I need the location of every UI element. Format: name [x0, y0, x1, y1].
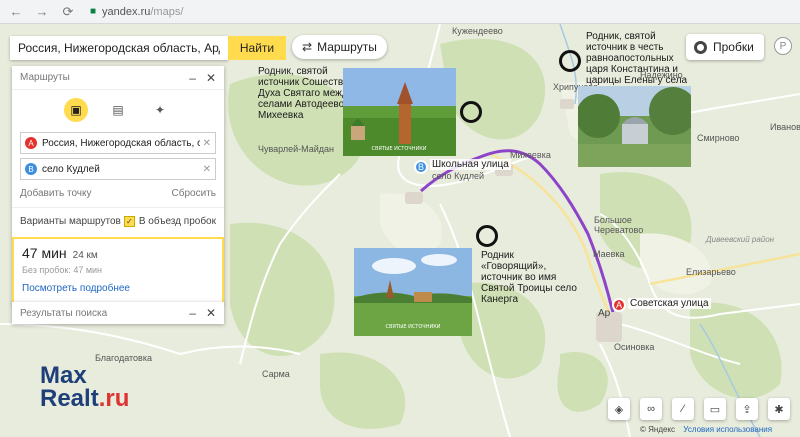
address-bar[interactable]: ■ yandex.ru/maps/: [90, 3, 183, 21]
point-a-field[interactable]: A Россия, Нижегородская область, село ✕: [20, 132, 216, 154]
place-smirnovo: Смирново: [697, 133, 740, 143]
minimize-icon[interactable]: –: [189, 71, 196, 85]
callout-1-caption: Родник, святой источник Сошествия Духа С…: [258, 66, 355, 121]
search-button[interactable]: Найти: [228, 36, 286, 60]
routes-button-label: Маршруты: [317, 40, 377, 54]
search-results-panel: Результаты поиска – ✕: [12, 302, 224, 324]
place-cherevatovo: Череватово: [594, 225, 644, 235]
site-watermark: Max Realt.ru: [40, 362, 130, 412]
route-point-a-label: Советская улица: [628, 298, 711, 309]
transport-modes: ▣ ▤ ✦: [12, 90, 224, 128]
route-panel-title: Маршруты: [20, 72, 70, 83]
place-mikheevka: Михеевка: [510, 150, 551, 160]
spring-marker-2[interactable]: [559, 50, 581, 72]
clear-b-icon[interactable]: ✕: [203, 164, 211, 175]
terms-link[interactable]: Условия использования: [683, 425, 772, 434]
close-icon[interactable]: ✕: [206, 71, 216, 85]
checkbox-icon: ✓: [123, 216, 135, 227]
place-blagodatovka: Благодатовка: [95, 353, 152, 363]
watermark-line2: Realt.ru: [40, 385, 130, 412]
copyright: © Яндекс: [640, 425, 676, 434]
spring-marker-1[interactable]: [460, 101, 482, 123]
route-panel-header: Маршруты – ✕: [12, 66, 224, 90]
avoid-traffic-checkbox[interactable]: ✓ В объезд пробок: [123, 216, 216, 227]
route-no-traffic-time: Без пробок: 47 мин: [22, 265, 103, 275]
route-icon: ⇄: [302, 40, 313, 54]
parking-icon[interactable]: P: [774, 37, 792, 55]
route-point-b-label: Школьная улица: [430, 159, 511, 170]
binoculars-icon[interactable]: ∞: [640, 398, 662, 420]
layers-icon[interactable]: ◈: [608, 398, 630, 420]
svg-text:СВЯТЫЕ ИСТОЧНИКИ: СВЯТЫЕ ИСТОЧНИКИ: [385, 324, 440, 330]
walk-icon[interactable]: ✦: [148, 98, 172, 122]
route-actions: Добавить точку Сбросить: [12, 184, 224, 207]
traffic-button-label: Пробки: [713, 40, 754, 54]
point-b-icon: B: [25, 163, 37, 175]
url-path: /maps/: [150, 5, 184, 18]
reload-icon[interactable]: ⟳: [58, 2, 78, 22]
browser-toolbar: ← → ⟳ ■ yandex.ru/maps/: [0, 0, 800, 24]
spring-marker-3[interactable]: [476, 225, 498, 247]
search-input[interactable]: [10, 36, 228, 60]
print-icon[interactable]: ▭: [704, 398, 726, 420]
minimize-icon[interactable]: –: [189, 306, 196, 320]
photo-spring-3: СВЯТЫЕ ИСТОЧНИКИ: [354, 248, 472, 336]
watermark-realt: Realt: [40, 385, 99, 412]
avoid-traffic-label: В объезд пробок: [138, 216, 216, 227]
route-result[interactable]: 47 мин 24 км Без пробок: 47 мин Посмотрет…: [12, 237, 224, 304]
reset-link[interactable]: Сбросить: [172, 188, 216, 199]
place-osinovka: Осиновка: [614, 342, 655, 352]
point-b-field[interactable]: B село Кудлей ✕: [20, 158, 216, 180]
lock-icon: ■: [90, 6, 97, 17]
traffic-button[interactable]: Пробки: [686, 34, 764, 60]
variants-label: Варианты маршрутов: [20, 216, 121, 227]
forward-icon[interactable]: →: [32, 2, 52, 22]
share-icon[interactable]: ⇪: [736, 398, 758, 420]
place-elizarevo: Елизарьево: [686, 267, 736, 277]
back-icon[interactable]: ←: [6, 2, 26, 22]
photo-spring-2: [578, 86, 691, 167]
routes-button[interactable]: ⇄ Маршруты: [292, 35, 387, 59]
point-a-icon: A: [25, 137, 37, 149]
route-time: 47 мин: [22, 245, 67, 261]
watermark-ru: .ru: [98, 385, 130, 412]
traffic-icon: [694, 40, 707, 54]
url-host: yandex.ru: [102, 5, 151, 18]
clear-a-icon[interactable]: ✕: [203, 138, 211, 149]
callout-3-caption: Родник «Говорящий», источник во имя Свят…: [481, 250, 577, 305]
place-ivanovka: Ивановка: [770, 122, 800, 132]
bus-icon[interactable]: ▤: [106, 98, 130, 122]
map-controls: ◈ ∞ ⁄ ▭ ⇪ ✱: [608, 398, 790, 420]
place-ardatov: Ар: [598, 308, 611, 319]
place-kuzhendeevo: Кужендеево: [452, 26, 503, 36]
car-icon[interactable]: ▣: [64, 98, 88, 122]
map-footer: © Яндекс Условия использования: [640, 425, 772, 434]
watermark-line1: Max: [40, 362, 87, 389]
photo-spring-1: СВЯТЫЕ ИСТОЧНИКИ: [343, 68, 456, 156]
search-bar: Найти: [10, 36, 286, 60]
point-b-input[interactable]: село Кудлей: [42, 164, 200, 175]
route-variants-row: Варианты маршрутов ✓ В объезд пробок: [12, 207, 224, 235]
point-a-input[interactable]: Россия, Нижегородская область, село: [42, 138, 200, 149]
ruler-icon[interactable]: ⁄: [672, 398, 694, 420]
place-sarma: Сарма: [262, 369, 290, 379]
route-point-b-sublabel: село Кудлей: [432, 171, 485, 181]
route-details-link[interactable]: Посмотреть подробнее: [22, 283, 214, 294]
place-maevka: Маевка: [593, 249, 625, 259]
search-results-title: Результаты поиска: [20, 307, 108, 319]
svg-text:СВЯТЫЕ ИСТОЧНИКИ: СВЯТЫЕ ИСТОЧНИКИ: [371, 146, 426, 152]
bug-icon[interactable]: ✱: [768, 398, 790, 420]
place-chuvarley: Чуварлей-Майдан: [258, 144, 335, 154]
route-panel: Маршруты – ✕ ▣ ▤ ✦ A Россия, Нижегородск…: [12, 66, 224, 304]
add-point-link[interactable]: Добавить точку: [20, 188, 91, 199]
route-point-b-marker[interactable]: B: [414, 160, 428, 174]
district-label: Дивеевский район: [706, 235, 775, 244]
route-point-a-marker[interactable]: A: [612, 298, 626, 312]
place-bolshoe: Большое: [594, 215, 632, 225]
close-icon[interactable]: ✕: [206, 306, 216, 320]
route-distance: 24 км: [72, 250, 98, 261]
